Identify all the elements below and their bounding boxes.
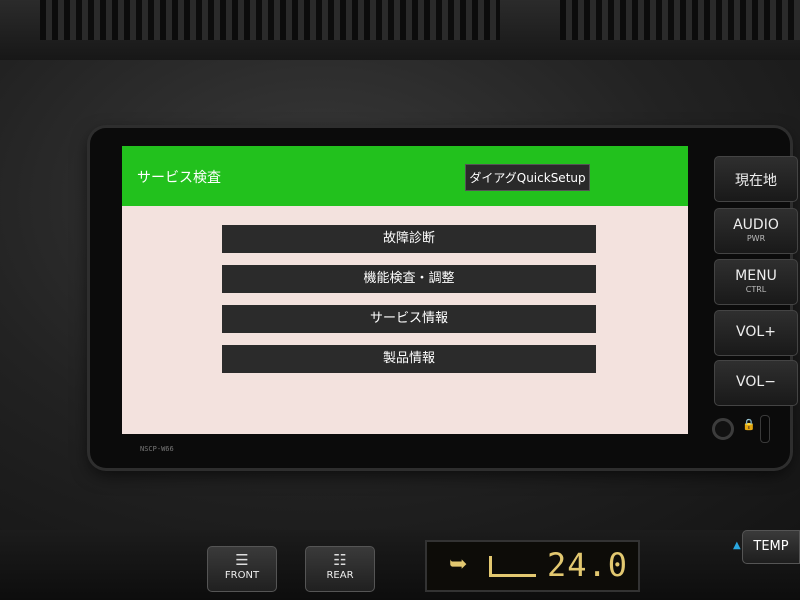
menu-button[interactable]: MENU CTRL bbox=[714, 259, 798, 305]
vent-slats bbox=[40, 0, 500, 40]
vent-slats-right bbox=[560, 0, 800, 40]
rear-label: REAR bbox=[326, 570, 354, 581]
touch-screen: サービス検査 ダイアグQuickSetup 故障診断 機能検査・調整 サービス情… bbox=[122, 146, 688, 434]
climate-display: ➥ 24.0 bbox=[425, 540, 640, 592]
temp-button[interactable]: TEMP bbox=[742, 530, 800, 564]
menu-button-service-info[interactable]: サービス情報 bbox=[222, 305, 596, 333]
hw-button-label: AUDIO bbox=[733, 217, 779, 233]
model-label: NSCP-W66 bbox=[140, 445, 174, 453]
hw-button-label: MENU bbox=[735, 268, 777, 284]
temperature-readout: 24.0 bbox=[547, 546, 629, 584]
airflow-icon: ➥ bbox=[449, 552, 468, 577]
hw-button-label: 現在地 bbox=[735, 173, 777, 189]
rear-defrost-button[interactable]: ☷ REAR bbox=[305, 546, 375, 592]
menu-button-fault-diagnosis[interactable]: 故障診断 bbox=[222, 225, 596, 253]
rear-defrost-icon: ☷ bbox=[333, 551, 347, 569]
vent-mode-icon bbox=[489, 556, 536, 577]
temp-up-arrow-icon: ▲ bbox=[733, 540, 741, 551]
top-air-vent bbox=[0, 0, 800, 60]
hw-button-sublabel: CTRL bbox=[745, 285, 767, 294]
front-defrost-button[interactable]: ☰ FRONT bbox=[207, 546, 277, 592]
aux-jack bbox=[712, 418, 734, 440]
hw-button-label: VOL− bbox=[736, 374, 776, 390]
screen-header: サービス検査 ダイアグQuickSetup bbox=[122, 146, 688, 206]
climate-panel bbox=[0, 530, 800, 600]
current-location-button[interactable]: 現在地 bbox=[714, 156, 798, 202]
hw-button-label: VOL+ bbox=[736, 324, 776, 340]
front-label: FRONT bbox=[224, 570, 260, 581]
menu-button-function-check[interactable]: 機能検査・調整 bbox=[222, 265, 596, 293]
diag-quicksetup-button[interactable]: ダイアグQuickSetup bbox=[465, 164, 590, 191]
volume-up-button[interactable]: VOL+ bbox=[714, 310, 798, 356]
card-slot bbox=[760, 415, 770, 443]
page-title: サービス検査 bbox=[137, 170, 221, 186]
front-defrost-icon: ☰ bbox=[235, 551, 249, 569]
hw-button-sublabel: PWR bbox=[746, 234, 766, 243]
lock-icon: 🔒 bbox=[742, 418, 756, 431]
audio-button[interactable]: AUDIO PWR bbox=[714, 208, 798, 254]
volume-down-button[interactable]: VOL− bbox=[714, 360, 798, 406]
menu-button-product-info[interactable]: 製品情報 bbox=[222, 345, 596, 373]
